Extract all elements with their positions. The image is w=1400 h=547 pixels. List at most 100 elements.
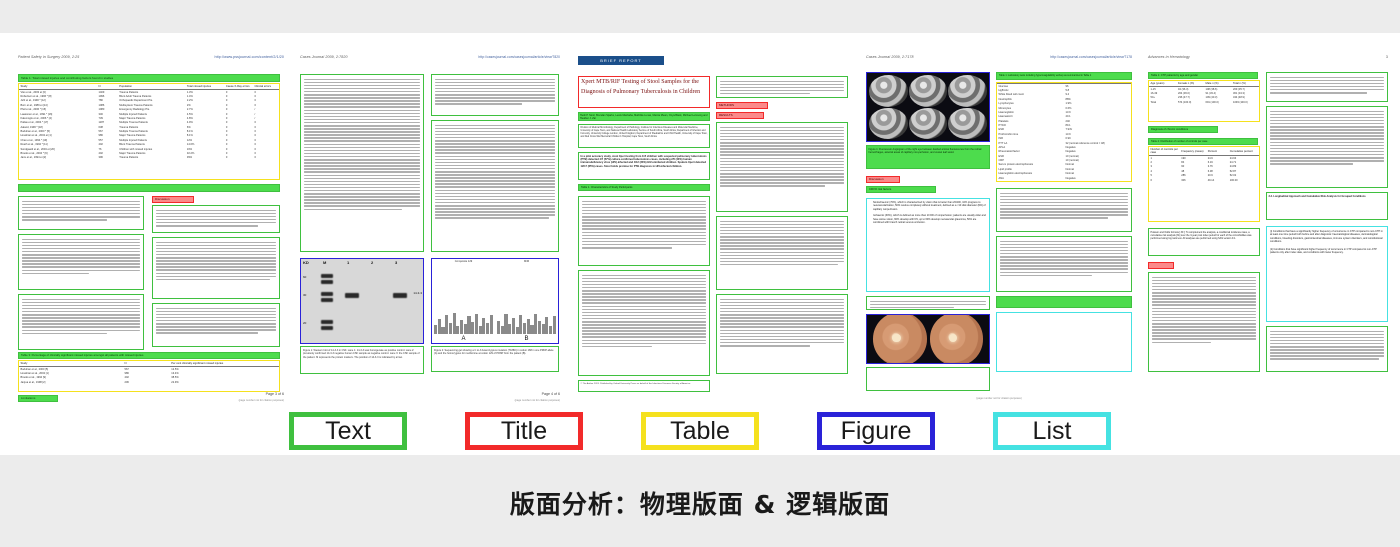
page-3-affiliations-region[interactable]: Division of Medical Microbiology, Depart… — [578, 124, 710, 148]
page-3-right-abstract[interactable] — [716, 76, 848, 98]
page-5-table1[interactable]: Age (years) Female n (%) Male n (%) Tota… — [1148, 80, 1260, 122]
chromatogram-letter-a: A — [461, 336, 466, 342]
page-5-table2[interactable]: Number of controls per case Frequency (c… — [1148, 146, 1260, 222]
western-blot-image: KD M 1 2 3 60 30 20 14-3-3 — [301, 259, 423, 343]
page-5-right-text-c[interactable] — [1266, 326, 1388, 372]
fundus-photo-image — [867, 315, 989, 363]
legend: Text Title Table Figure List — [0, 412, 1400, 450]
legend-chip-text[interactable]: Text — [289, 412, 407, 450]
page-5-poisson-text: Poisson and Odds formula [ 39 ]: To comp… — [1150, 230, 1252, 240]
page-5-right-text-b[interactable] — [1266, 106, 1388, 188]
table-row: Total 574 (100.0) 691 (100.0) 1093 (100.0) — [1149, 100, 1259, 104]
page-3-table1-caption-region[interactable]: Table 1. Characteristics of Study Partic… — [578, 184, 710, 191]
fundus-panel — [873, 315, 927, 363]
page-1-text-col-left-c[interactable] — [18, 294, 144, 350]
page-3-intro-body[interactable] — [578, 196, 710, 266]
document-page-2[interactable]: Cases Journal 2009, 2:7820 http://casesj… — [294, 50, 566, 410]
document-page-3[interactable]: BRIEF REPORT Xpert MTB/RIF Testing of St… — [570, 50, 856, 410]
page-5-section-32-heading: 3.2. Longitudinal Approach and Cumulativ… — [1268, 194, 1366, 198]
page-2-figure-chromatogram[interactable]: Composite 129 A M/M B — [431, 258, 559, 344]
sequencing-chromatogram-image: Composite 129 A M/M B — [432, 259, 558, 343]
document-page-1[interactable]: Patient Safety in Surgery 2009, 2:25 htt… — [12, 50, 290, 410]
page-3-results-title[interactable]: RESULTS — [716, 112, 764, 119]
page-5-table2-caption: Table 2: Distribution of number of contr… — [1151, 140, 1208, 143]
page-1-section-heading-region[interactable] — [18, 184, 280, 192]
table-row: FTA-ABSNegative — [997, 180, 1131, 182]
page-5-section-32-heading-region[interactable]: 3.2. Longitudinal Approach and Cumulativ… — [1266, 192, 1388, 220]
page-4-right-heading[interactable] — [996, 296, 1132, 308]
angiography-panel — [908, 75, 948, 107]
page-4-text-after-list[interactable] — [866, 296, 990, 310]
page-3-methods-body[interactable] — [716, 122, 848, 212]
text-lines — [1149, 273, 1259, 347]
page-5-list-conditions[interactable]: (i) Conditions that have a significantly… — [1266, 226, 1388, 322]
page-1-table3[interactable]: Study N Per cent clinically significant … — [18, 360, 280, 392]
page-4-figure-fundus[interactable] — [866, 314, 990, 364]
document-page-5[interactable]: Advances in Hematology 3 Table 1: CTP pa… — [1142, 50, 1394, 410]
page-4-risk-list-items — [1003, 315, 1129, 338]
page-5-tables-title[interactable] — [1148, 262, 1174, 269]
page-2-text-col-left[interactable] — [300, 74, 424, 252]
page-1-text-col-right-c[interactable] — [152, 303, 280, 347]
page-3-methods-title[interactable]: METHODS — [716, 102, 768, 109]
page-5-table1-caption-region[interactable]: Table 1: CTP patients by age and gender — [1148, 72, 1258, 79]
page-2-figure2-caption-region[interactable]: Figure 2: Sequencing gel showing a C to … — [431, 346, 559, 372]
page-4-right-text-a[interactable] — [996, 188, 1132, 232]
text-lines — [579, 197, 709, 252]
legend-chip-figure[interactable]: Figure — [817, 412, 935, 450]
page-3-authors-region[interactable]: Heidi P. Nicol, Brendan Sparks, Lewis Ma… — [578, 112, 710, 121]
page-4-discussion-title[interactable]: Discussion — [866, 176, 900, 183]
page-4-figure4-caption-region[interactable] — [866, 367, 990, 391]
angiography-panel — [908, 107, 948, 139]
page-1-discussion-title[interactable]: Discussion — [152, 196, 194, 203]
text-lines — [717, 123, 847, 190]
page-2-figure1-caption: Figure 1: Western blot of 14-3-3 in CSF.… — [303, 349, 420, 359]
page-2-text-col-right-b[interactable] — [431, 120, 559, 252]
document-page-4[interactable]: Cases Journal 2009, 2:7178 http://casesj… — [860, 50, 1138, 410]
page-5-poisson-text-region[interactable]: Poisson and Odds formula [ 39 ]: To comp… — [1148, 228, 1260, 256]
page-1-text-col-left-a[interactable] — [18, 196, 144, 230]
page-3-results-body[interactable] — [716, 216, 848, 290]
page-2-figure-western-blot[interactable]: KD M 1 2 3 60 30 20 14-3-3 — [300, 258, 424, 344]
page-4-figure1-caption-region[interactable]: Figure 1: Fluorescein Angiogram of the r… — [866, 145, 990, 169]
table-cell: 206 — [124, 380, 129, 384]
page-4-crvo-heading[interactable]: CRVO risk factors — [866, 186, 936, 193]
page-3-results-body-2[interactable] — [716, 294, 848, 374]
page-1-table3-caption-region[interactable]: Table 3: Percentage of clinically signif… — [18, 352, 280, 359]
page-1-limitations-heading[interactable]: Limitations — [18, 395, 58, 402]
text-lines — [19, 197, 143, 224]
page-4-table1[interactable]: Glucose 96 HgB A1c 5.8 White blood cell coun… — [996, 82, 1132, 182]
table-cell: Negative — [1064, 180, 1131, 182]
page-1-text-col-left-b[interactable] — [18, 234, 144, 290]
page-3-authors: Heidi P. Nicol, Brendan Sparks, Lewis Ma… — [580, 114, 708, 120]
page-1-running-head: Patient Safety in Surgery 2009, 2:25 — [18, 55, 80, 59]
page-2-text-col-right-a[interactable] — [431, 74, 559, 116]
legend-chip-table[interactable]: Table — [641, 412, 759, 450]
page-1-text-col-right-a[interactable] — [152, 205, 280, 233]
legend-chip-title[interactable]: Title — [465, 412, 583, 450]
page-4-right-text-b[interactable] — [996, 236, 1132, 292]
page-3-abstract-region[interactable]: In a pilot accuracy study, stool Xpert t… — [578, 152, 710, 180]
page-4-table1-caption-region[interactable]: Table 1: Laboratory tests including hype… — [996, 72, 1132, 80]
page-5-diagnosis-heading[interactable]: Diagnosis of chronic conditions — [1148, 126, 1218, 133]
page-4-table1-grid: Glucose 96 HgB A1c 5.8 White blood cell coun… — [997, 83, 1131, 182]
table-cell: Janjua et al., 1998 [2] — [20, 380, 46, 384]
page-4-list-crvo-types[interactable]: Nonischaemic (70%), which is characteriz… — [866, 198, 990, 292]
page-1-table1[interactable]: Study N Population Total missed injuries… — [18, 83, 280, 180]
page-5-table2-caption-region[interactable]: Table 2: Distribution of number of contr… — [1148, 138, 1258, 145]
page-5-right-text-a[interactable] — [1266, 72, 1388, 102]
page-4-figure-angiography[interactable] — [866, 72, 990, 142]
table-cell: 0 — [254, 156, 256, 160]
page-4-list-risk-factors[interactable] — [996, 312, 1132, 372]
page-3-article-title[interactable]: Xpert MTB/RIF Testing of Stool Samples f… — [578, 76, 710, 108]
page-4-table1-body: Glucose 96 HgB A1c 5.8 White blood cell coun… — [997, 83, 1131, 182]
page-3-footer-note-region[interactable]: © The Author 2013. Published by Oxford U… — [578, 380, 710, 392]
text-lines — [579, 271, 709, 351]
blot-kd-label: KD — [303, 260, 309, 265]
page-5-left-text-lower[interactable] — [1148, 272, 1260, 372]
page-2-figure1-caption-region[interactable]: Figure 1: Western blot of 14-3-3 in CSF.… — [300, 346, 424, 374]
page-3-intro-body-2[interactable] — [578, 270, 710, 376]
page-1-table1-caption-region[interactable]: Table 1: Total missed injuries and contr… — [18, 74, 280, 82]
page-1-text-col-right-b[interactable] — [152, 237, 280, 299]
legend-chip-list[interactable]: List — [993, 412, 1111, 450]
